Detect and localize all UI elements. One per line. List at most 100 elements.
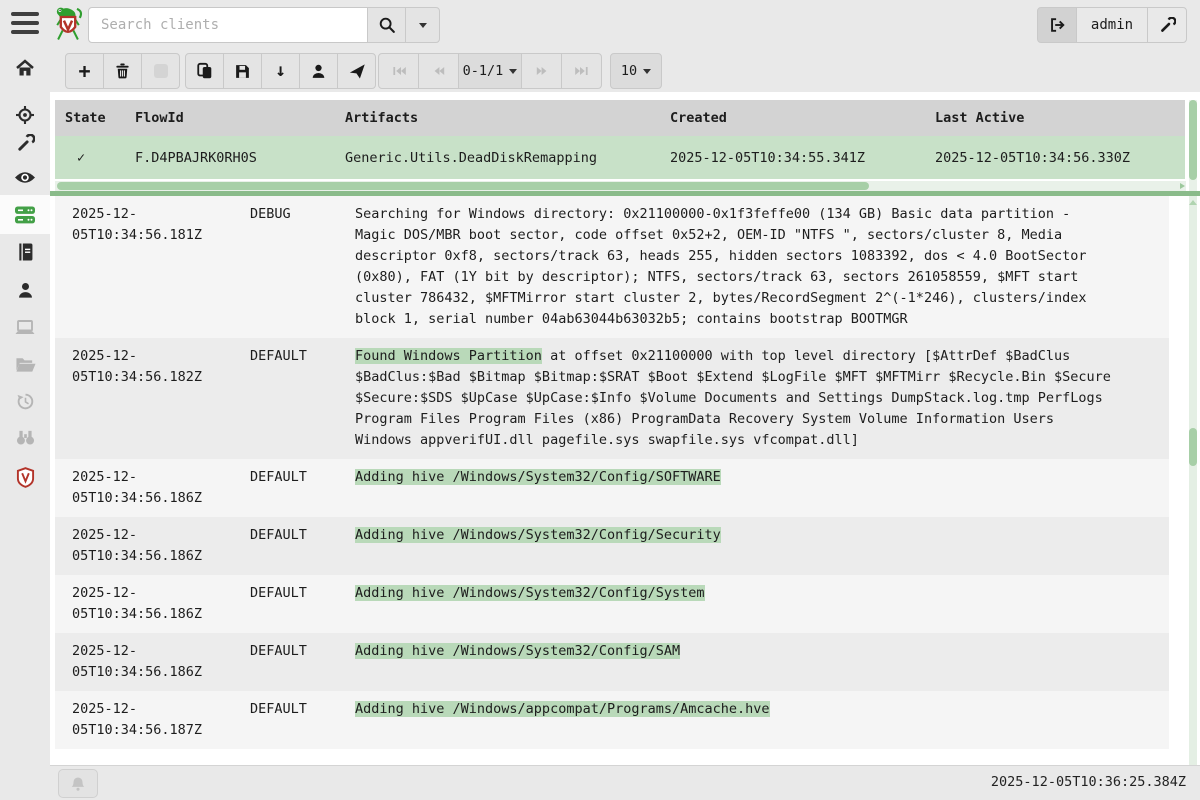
page-next-icon: [533, 63, 551, 79]
search-options-dropdown[interactable]: [405, 7, 440, 43]
log-level: DEFAULT: [250, 699, 335, 720]
col-state[interactable]: State: [65, 100, 106, 136]
sidebar-item-documentation[interactable]: [0, 460, 50, 494]
folder-open-icon: [15, 355, 36, 373]
server-stack-icon: [14, 205, 36, 225]
col-flowid[interactable]: FlowId: [135, 100, 184, 136]
wrench-icon: [1159, 17, 1176, 34]
flow-state-check-icon: ✓: [77, 136, 85, 179]
flow-scroll-thumb[interactable]: [1189, 100, 1197, 180]
log-message: Adding hive /Windows/System32/Config/Sys…: [355, 583, 1115, 604]
log-vertical-scrollbar[interactable]: [1189, 196, 1197, 765]
left-sidebar: [0, 50, 50, 800]
shield-v-icon: [16, 467, 35, 488]
scroll-up-arrow-icon[interactable]: [1189, 200, 1197, 205]
search-icon: [378, 16, 396, 34]
flow-last-active: 2025-12-05T10:34:56.330Z: [935, 136, 1130, 179]
new-collection-button[interactable]: +: [65, 53, 104, 89]
log-level: DEFAULT: [250, 641, 335, 662]
flow-created: 2025-12-05T10:34:55.341Z: [670, 136, 865, 179]
assign-user-button[interactable]: [299, 53, 338, 89]
page-first-button: [378, 53, 419, 89]
col-last-active[interactable]: Last Active: [935, 100, 1024, 136]
log-timestamp: 2025-12-05T10:34:56.182Z: [72, 346, 222, 388]
copy-icon: [196, 62, 214, 80]
plus-icon: +: [78, 61, 90, 81]
book-icon: [16, 242, 35, 262]
page-next-button: [521, 53, 562, 89]
page-prev-icon: [430, 63, 448, 79]
col-created[interactable]: Created: [670, 100, 727, 136]
log-level: DEBUG: [250, 204, 335, 225]
scroll-right-arrow-icon[interactable]: [1180, 183, 1185, 189]
sidebar-item-collected-flows[interactable]: [0, 384, 50, 418]
notifications-button-disabled: [58, 769, 98, 798]
home-icon: [15, 58, 35, 78]
log-row: 2025-12-05T10:34:56.181Z DEBUG Searching…: [55, 196, 1169, 338]
chevron-down-icon: [643, 69, 651, 74]
log-highlight-text: Adding hive /Windows/System32/Config/Sec…: [355, 527, 721, 543]
sidebar-item-search[interactable]: [0, 420, 50, 454]
flow-table-header: State FlowId Artifacts Created Last Acti…: [55, 100, 1185, 136]
status-bar: 2025-12-05T10:36:25.384Z: [50, 765, 1200, 800]
log-timestamp: 2025-12-05T10:34:56.187Z: [72, 699, 222, 741]
stop-icon: [153, 63, 169, 79]
chevron-down-icon: [509, 69, 517, 74]
horizontal-scrollbar[interactable]: [55, 181, 1186, 191]
col-artifacts[interactable]: Artifacts: [345, 100, 418, 136]
sidebar-item-users[interactable]: [0, 273, 50, 307]
log-message: Adding hive /Windows/System32/Config/SOF…: [355, 467, 1115, 488]
log-highlight-text: Adding hive /Windows/appcompat/Programs/…: [355, 701, 770, 717]
flow-table-row-selected[interactable]: ✓ F.D4PBAJRK0RH0S Generic.Utils.DeadDisk…: [55, 136, 1185, 179]
flow-vertical-scrollbar[interactable]: [1189, 100, 1197, 191]
log-message: Adding hive /Windows/System32/Config/SAM: [355, 641, 1115, 662]
page-range-dropdown[interactable]: 0-1/1: [458, 53, 522, 89]
log-message: Found Windows Partition at offset 0x2110…: [355, 346, 1115, 451]
delete-button[interactable]: [103, 53, 142, 89]
sidebar-item-home[interactable]: [0, 51, 50, 85]
sidebar-item-vfs[interactable]: [0, 347, 50, 381]
log-row: 2025-12-05T10:34:56.187Z DEFAULT Adding …: [55, 691, 1169, 749]
page-size-dropdown[interactable]: 10: [610, 53, 662, 89]
trash-icon: [114, 62, 131, 80]
user-icon: [16, 281, 35, 300]
search-input[interactable]: [88, 7, 368, 43]
log-highlight-text: Adding hive /Windows/System32/Config/Sys…: [355, 585, 705, 601]
download-button[interactable]: ↓: [261, 53, 300, 89]
velociraptor-logo-icon[interactable]: [50, 4, 86, 52]
download-arrow-icon: ↓: [275, 62, 286, 80]
sign-out-icon: [1048, 16, 1066, 34]
binoculars-icon: [15, 428, 36, 447]
launch-flow-button[interactable]: [337, 53, 376, 89]
sidebar-item-dashboard[interactable]: [0, 160, 50, 194]
wrench-icon: [16, 134, 35, 153]
sidebar-item-host-info[interactable]: [0, 310, 50, 344]
sidebar-item-artifacts[interactable]: [0, 126, 50, 160]
log-scroll-thumb[interactable]: [1189, 428, 1197, 466]
hamburger-menu-icon[interactable]: [11, 12, 41, 38]
save-button[interactable]: [223, 53, 262, 89]
user-settings-button[interactable]: [1147, 7, 1187, 43]
log-timestamp: 2025-12-05T10:34:56.186Z: [72, 525, 222, 567]
send-icon: [348, 62, 366, 80]
logout-button[interactable]: [1037, 7, 1077, 43]
username-label[interactable]: admin: [1076, 7, 1148, 43]
page-last-icon: [573, 63, 591, 79]
page-last-button: [561, 53, 602, 89]
search-button[interactable]: [367, 7, 406, 43]
log-timestamp: 2025-12-05T10:34:56.186Z: [72, 583, 222, 625]
log-highlight-text: Found Windows Partition: [355, 348, 542, 364]
log-row: 2025-12-05T10:34:56.186Z DEFAULT Adding …: [55, 517, 1169, 575]
log-text: Searching for Windows directory: 0x21100…: [355, 206, 1087, 327]
copy-button[interactable]: [185, 53, 224, 89]
user-icon: [310, 63, 327, 80]
sidebar-item-server-events[interactable]: [0, 198, 50, 232]
flow-artifacts: Generic.Utils.DeadDiskRemapping: [345, 136, 597, 179]
log-message: Searching for Windows directory: 0x21100…: [355, 204, 1115, 330]
server-time: 2025-12-05T10:36:25.384Z: [991, 774, 1186, 790]
log-message: Adding hive /Windows/System32/Config/Sec…: [355, 525, 1115, 546]
log-row: 2025-12-05T10:34:56.186Z DEFAULT Adding …: [55, 633, 1169, 691]
horizontal-scroll-thumb[interactable]: [57, 182, 869, 190]
sidebar-item-notebooks[interactable]: [0, 235, 50, 269]
user-menu-group: admin: [1038, 7, 1187, 43]
